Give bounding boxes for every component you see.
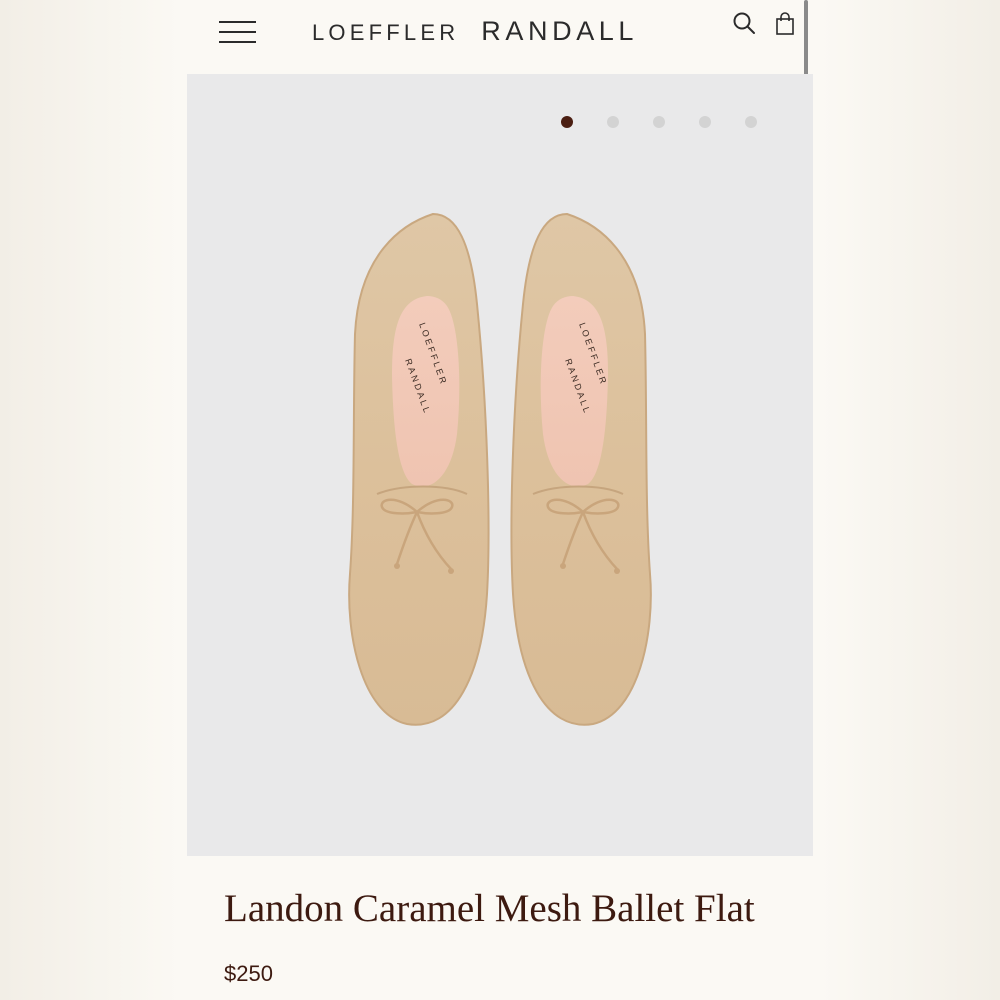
product-price: $250 xyxy=(224,961,273,986)
product-title: Landon Caramel Mesh Ballet Flat xyxy=(224,887,755,930)
site-header: LOEFFLER RANDALL xyxy=(187,0,813,74)
right-shoe xyxy=(510,212,652,726)
product-image: LOEFFLER RANDALL LOEFFLER RANDALL xyxy=(348,212,652,726)
brand-logo[interactable]: LOEFFLER RANDALL xyxy=(312,16,638,50)
left-shoe xyxy=(348,212,490,726)
search-icon[interactable] xyxy=(732,10,758,38)
carousel-dot-4[interactable] xyxy=(699,116,711,128)
carousel-dot-2[interactable] xyxy=(607,116,619,128)
carousel-dot-5[interactable] xyxy=(745,116,757,128)
hamburger-menu-icon[interactable] xyxy=(219,21,256,43)
carousel-dot-3[interactable] xyxy=(653,116,665,128)
brand-logo-second: RANDALL xyxy=(481,16,639,46)
carousel-dot-1[interactable] xyxy=(561,116,573,128)
shopping-bag-icon[interactable] xyxy=(773,10,799,38)
brand-logo-first: LOEFFLER xyxy=(312,20,460,45)
product-image-carousel[interactable]: LOEFFLER RANDALL LOEFFLER RANDALL xyxy=(187,74,813,856)
carousel-pagination xyxy=(561,116,757,128)
